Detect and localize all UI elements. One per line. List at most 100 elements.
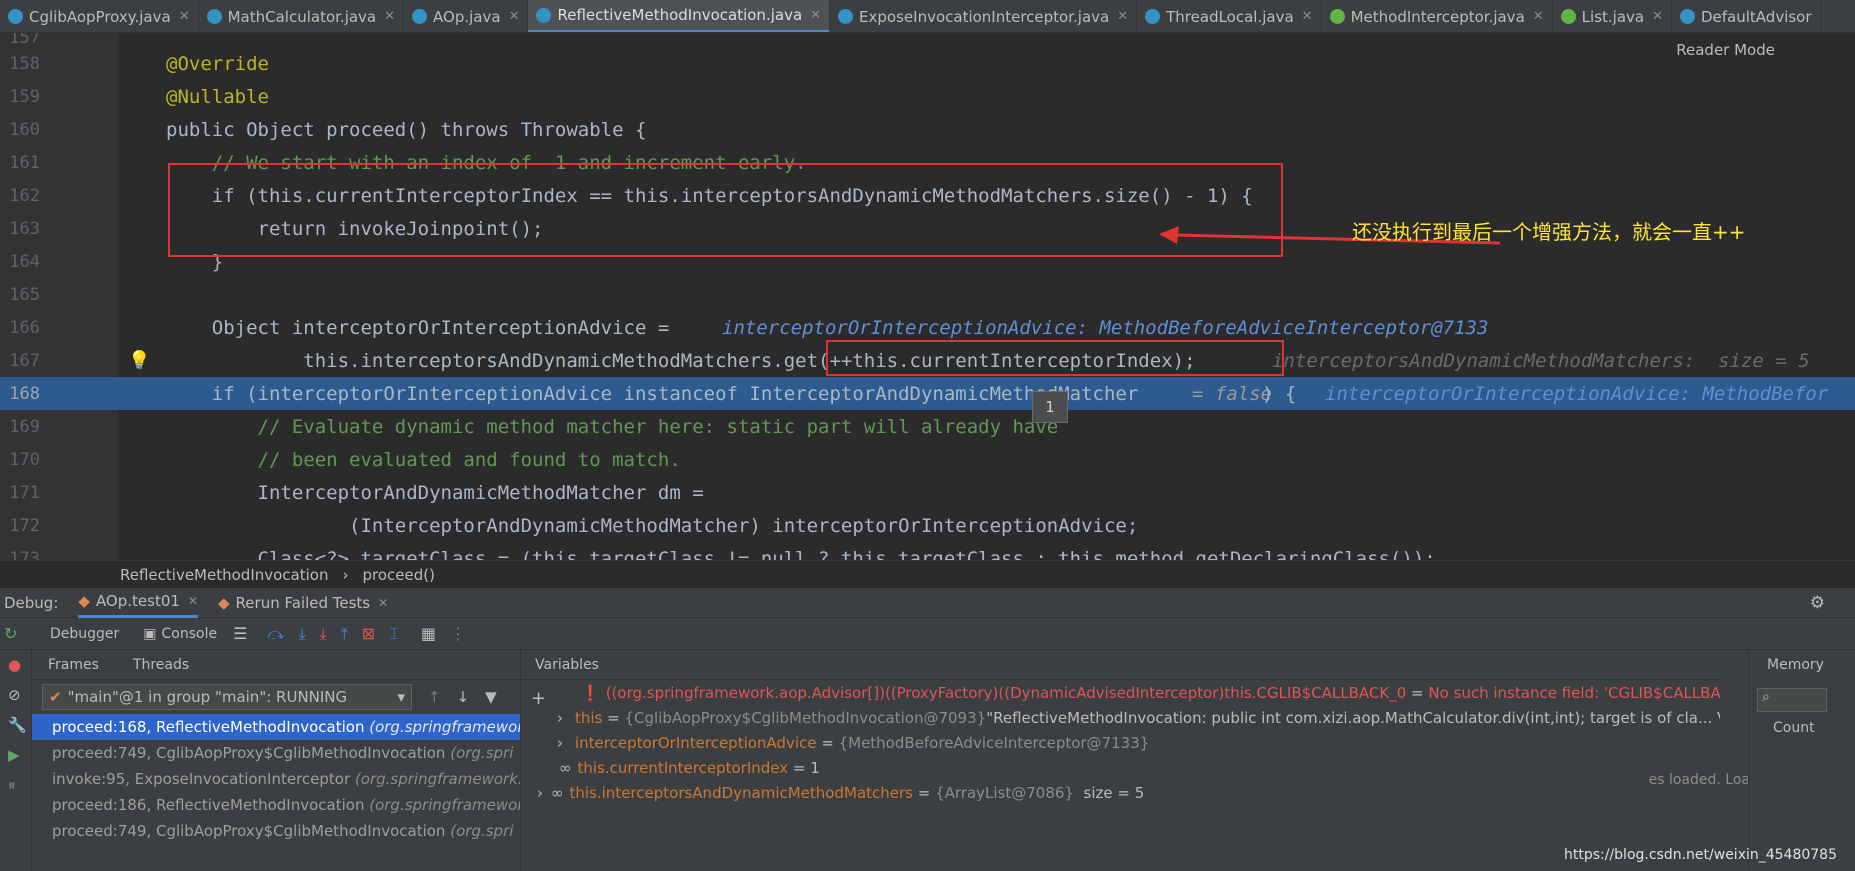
close-icon[interactable]: ✕ bbox=[384, 9, 395, 24]
code-line-169: 169 // Evaluate dynamic method matcher h… bbox=[9, 415, 1059, 438]
variable-row[interactable]: ∞ this.currentInterceptorIndex = 1 bbox=[521, 755, 1720, 780]
mute-breakpoints-icon[interactable]: ⊘ bbox=[0, 680, 31, 710]
frame-up-icon[interactable]: ↑ bbox=[428, 688, 441, 706]
watermark: https://blog.csdn.net/weixin_45480785 bbox=[1563, 847, 1837, 863]
step-over-icon[interactable]: ⤼ bbox=[267, 624, 284, 644]
close-icon[interactable]: ✕ bbox=[810, 8, 821, 23]
tooltip: 1 bbox=[1032, 391, 1068, 423]
debug-label: Debug: bbox=[4, 593, 59, 612]
tab-memory[interactable]: Memory bbox=[1749, 650, 1855, 680]
check-icon: ✔ bbox=[49, 688, 62, 706]
variables-panel: Variables + ❗ ((org.springframework.aop.A… bbox=[520, 650, 1750, 871]
inline-debug-value: interceptorOrInterceptionAdvice: MethodB… bbox=[1325, 382, 1829, 405]
close-icon[interactable]: ✕ bbox=[1302, 9, 1313, 24]
close-icon[interactable]: ✕ bbox=[378, 596, 388, 610]
breadcrumb-method[interactable]: proceed() bbox=[362, 566, 434, 584]
inline-debug-value: interceptorsAndDynamicMethodMatchers: si… bbox=[1272, 349, 1810, 372]
debug-side-toolbar: ● ⊘ 🔧 ▶ ⏸ bbox=[0, 650, 32, 871]
tab-mathcalculator[interactable]: MathCalculator.java ✕ bbox=[199, 0, 405, 32]
memory-panel: Memory ⌕ Count bbox=[1748, 650, 1855, 871]
frames-tabs: Frames Threads bbox=[32, 650, 520, 680]
code-line-165: 165 bbox=[9, 284, 40, 305]
code-line-171: 171 InterceptorAndDynamicMethodMatcher d… bbox=[9, 481, 704, 504]
drop-frame-icon[interactable]: ⊠ bbox=[362, 624, 375, 643]
resume-icon[interactable]: ▶ bbox=[0, 740, 31, 770]
inline-debug-value[interactable]: interceptorOrInterceptionAdvice: MethodB… bbox=[722, 317, 1488, 339]
tab-reflectivemethodinvocation[interactable]: ReflectiveMethodInvocation.java ✕ bbox=[528, 0, 831, 32]
thread-select[interactable]: ✔ "main"@1 in group "main": RUNNING ▾ bbox=[42, 684, 412, 710]
menu-icon[interactable]: ☰ bbox=[233, 624, 247, 643]
wrench-icon[interactable]: 🔧 bbox=[0, 710, 31, 740]
debug-toolbar: ↻ Debugger ▣ Console ☰ ⤼ ⤓ ⤓ ⤒ ⊠ ⌶ ▦ ⋮ bbox=[0, 618, 1855, 650]
trace-icon[interactable]: ⋮ bbox=[450, 624, 466, 643]
run-to-cursor-icon[interactable]: ⌶ bbox=[389, 624, 399, 644]
tab-cglibaopproxy[interactable]: CglibAopProxy.java ✕ bbox=[0, 0, 199, 32]
frames-panel: Frames Threads ✔ "main"@1 in group "main":… bbox=[32, 650, 520, 871]
watch-icon: ∞ bbox=[551, 783, 564, 802]
code-line-168-current: 168 if (interceptorOrInterceptionAdvice … bbox=[0, 377, 1855, 410]
settings-gear-icon[interactable]: ⚙ bbox=[1810, 593, 1825, 613]
breakpoints-icon[interactable]: ● bbox=[0, 650, 31, 680]
close-icon[interactable]: ✕ bbox=[509, 9, 520, 24]
close-icon[interactable]: ✕ bbox=[1652, 9, 1663, 24]
tab-console[interactable]: ▣ Console bbox=[143, 626, 217, 642]
variable-row[interactable]: › this = {CglibAopProxy$CglibMethodInvoca… bbox=[521, 705, 1720, 730]
tab-threads[interactable]: Threads bbox=[133, 657, 189, 673]
tab-aop[interactable]: AOp.java ✕ bbox=[404, 0, 529, 32]
class-icon bbox=[838, 9, 854, 24]
expand-icon[interactable]: › bbox=[557, 709, 563, 727]
run-config-icon: ◆ bbox=[218, 593, 230, 612]
variable-row[interactable]: ❗ ((org.springframework.aop.Advisor[])((P… bbox=[521, 680, 1720, 705]
session-tab-rerun-failed[interactable]: ◆ Rerun Failed Tests ✕ bbox=[218, 594, 388, 612]
step-out-icon[interactable]: ⤒ bbox=[341, 624, 348, 644]
pause-icon[interactable]: ⏸ bbox=[0, 770, 31, 800]
variable-row[interactable]: › interceptorOrInterceptionAdvice = {Meth… bbox=[521, 730, 1720, 755]
thread-selector-row: ✔ "main"@1 in group "main": RUNNING ▾ ↑ ↓ … bbox=[32, 680, 520, 714]
count-column-header[interactable]: Count bbox=[1749, 720, 1855, 736]
class-icon bbox=[206, 9, 222, 24]
tab-exposeinvocationinterceptor[interactable]: ExposeInvocationInterceptor.java ✕ bbox=[830, 0, 1138, 32]
evaluate-expression-icon[interactable]: ▦ bbox=[421, 624, 436, 643]
frame-down-icon[interactable]: ↓ bbox=[457, 688, 470, 706]
breadcrumb-class[interactable]: ReflectiveMethodInvocation bbox=[120, 566, 328, 584]
tab-list[interactable]: List.java ✕ bbox=[1553, 0, 1672, 32]
class-icon bbox=[536, 7, 552, 23]
tab-frames[interactable]: Frames bbox=[48, 657, 99, 673]
frame-row[interactable]: invoke:95, ExposeInvocationInterceptor (… bbox=[32, 766, 520, 792]
step-into-icon[interactable]: ⤓ bbox=[299, 624, 306, 644]
chevron-down-icon: ▾ bbox=[397, 688, 405, 706]
code-line-159: 159 @Nullable bbox=[9, 85, 269, 108]
rerun-icon[interactable]: ↻ bbox=[4, 624, 26, 643]
expand-icon[interactable]: › bbox=[537, 784, 543, 802]
add-watch-icon[interactable]: + bbox=[531, 688, 546, 709]
error-icon: ❗ bbox=[581, 683, 600, 702]
filter-icon[interactable]: ▼ bbox=[485, 688, 497, 706]
variables-header: Variables bbox=[521, 650, 1720, 680]
session-tab-aop-test01[interactable]: ◆ AOp.test01 ✕ bbox=[78, 588, 198, 618]
code-line-172: 172 (InterceptorAndDynamicMethodMatcher)… bbox=[9, 514, 1139, 537]
class-icon bbox=[8, 9, 23, 24]
tab-threadlocal[interactable]: ThreadLocal.java ✕ bbox=[1137, 0, 1322, 32]
close-icon[interactable]: ✕ bbox=[188, 594, 198, 608]
expand-icon[interactable]: › bbox=[557, 734, 563, 752]
frame-row[interactable]: proceed:168, ReflectiveMethodInvocation … bbox=[32, 714, 520, 740]
code-editor[interactable]: Reader Mode 157 158 @Override 159 @Nullabl… bbox=[0, 33, 1855, 560]
code-line-170: 170 // been evaluated and found to match… bbox=[9, 448, 681, 471]
close-icon[interactable]: ✕ bbox=[1533, 9, 1544, 24]
watch-icon: ∞ bbox=[559, 758, 572, 777]
lightbulb-icon[interactable]: 💡 bbox=[128, 350, 150, 371]
tab-debugger[interactable]: Debugger bbox=[50, 626, 119, 642]
frame-row[interactable]: proceed:186, ReflectiveMethodInvocation … bbox=[32, 792, 520, 818]
annotation-box-if-block bbox=[168, 163, 1283, 257]
memory-search-input[interactable]: ⌕ bbox=[1757, 688, 1827, 712]
close-icon[interactable]: ✕ bbox=[1117, 9, 1128, 24]
force-step-into-icon[interactable]: ⤓ bbox=[320, 624, 327, 644]
tab-defaultadvisor[interactable]: DefaultAdvisor bbox=[1672, 0, 1821, 32]
close-icon[interactable]: ✕ bbox=[179, 9, 190, 24]
breadcrumb-separator-icon: › bbox=[342, 565, 349, 584]
variable-row[interactable]: › ∞ this.interceptorsAndDynamicMethodMatch… bbox=[521, 780, 1720, 805]
interface-icon bbox=[1560, 9, 1576, 24]
frame-row[interactable]: proceed:749, CglibAopProxy$CglibMethodIn… bbox=[32, 818, 520, 844]
tab-methodinterceptor[interactable]: MethodInterceptor.java ✕ bbox=[1322, 0, 1553, 32]
frame-row[interactable]: proceed:749, CglibAopProxy$CglibMethodIn… bbox=[32, 740, 520, 766]
